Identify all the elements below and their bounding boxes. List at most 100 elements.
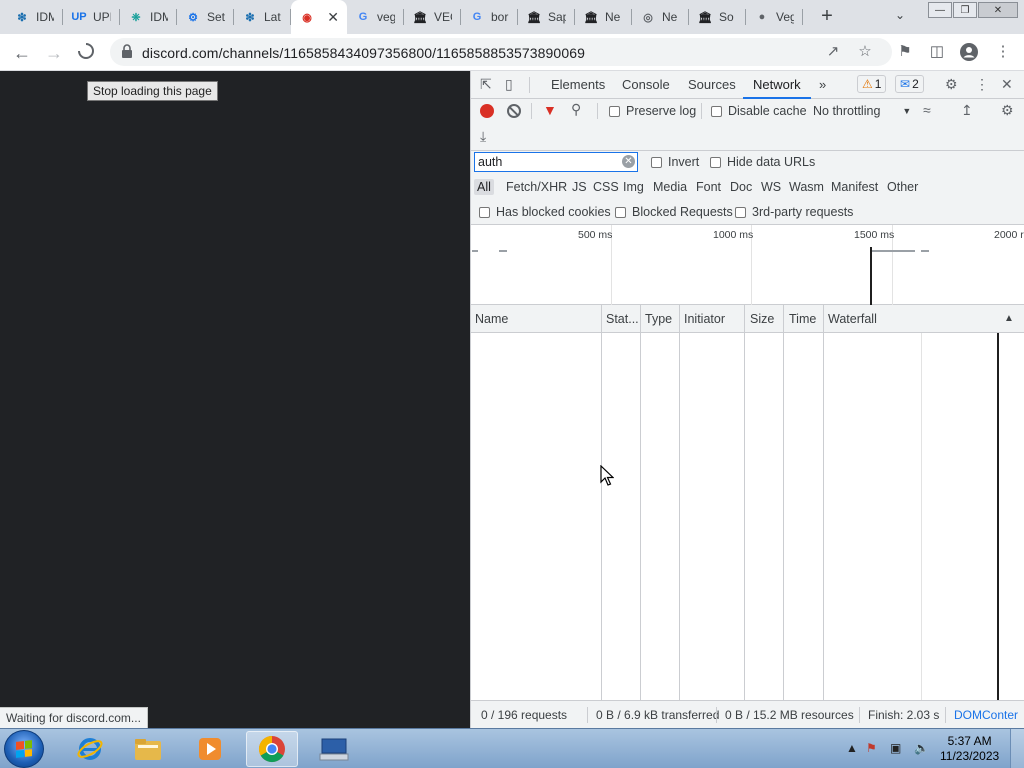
show-desktop-button[interactable]	[1010, 729, 1024, 768]
column-type[interactable]: Type	[645, 312, 672, 326]
column-status[interactable]: Stat...	[606, 312, 639, 326]
devtools-menu-icon[interactable]: ⋮	[975, 76, 989, 93]
disable-cache-checkbox[interactable]: Disable cache	[711, 104, 807, 118]
new-tab-button[interactable]: +	[816, 5, 838, 27]
throttling-select[interactable]: No throttling ▼	[813, 104, 911, 118]
stop-loading-icon[interactable]	[74, 41, 98, 65]
browser-tab[interactable]: 🏛 VEG	[404, 0, 461, 34]
browser-tab[interactable]: 🏛 So	[689, 0, 746, 34]
column-initiator[interactable]: Initiator	[684, 312, 725, 326]
back-arrow-icon[interactable]: ←	[10, 41, 34, 65]
lock-icon	[122, 44, 132, 58]
windows-logo-icon	[16, 740, 32, 758]
tab-console[interactable]: Console	[622, 77, 670, 92]
third-party-requests-checkbox[interactable]: 3rd-party requests	[735, 205, 853, 219]
filter-input[interactable]: auth ✕	[474, 152, 638, 172]
browser-tab[interactable]: Gbor	[461, 0, 518, 34]
type-filter-doc[interactable]: Doc	[727, 179, 755, 195]
web-page-viewport: Stop loading this page Waiting for disco…	[0, 71, 470, 728]
type-filter-css[interactable]: CSS	[590, 179, 622, 195]
browser-menu-icon[interactable]: ⋮	[994, 43, 1012, 61]
forward-arrow-icon[interactable]: →	[42, 41, 66, 65]
clear-filter-icon[interactable]: ✕	[622, 155, 635, 168]
settings-gear-icon[interactable]: ⚙	[945, 76, 958, 93]
column-name[interactable]: Name	[475, 312, 508, 326]
type-filter-manifest[interactable]: Manifest	[828, 179, 881, 195]
blocked-requests-checkbox[interactable]: Blocked Requests	[615, 205, 733, 219]
start-button[interactable]	[4, 730, 44, 768]
action-center-flag-icon[interactable]: ⚑	[866, 741, 877, 755]
column-waterfall[interactable]: Waterfall	[828, 312, 877, 326]
type-filter-fetch-xhr[interactable]: Fetch/XHR	[503, 179, 570, 195]
network-settings-gear-icon[interactable]: ⚙	[1001, 102, 1014, 119]
browser-tab[interactable]: UP UPI	[63, 0, 120, 34]
profile-avatar-icon[interactable]	[960, 43, 978, 61]
browser-tab[interactable]: Gveg	[347, 0, 404, 34]
browser-tab-title: veg	[377, 10, 395, 24]
chrome-taskbar-icon[interactable]	[246, 731, 298, 767]
messages-badge[interactable]: ✉ 2	[895, 75, 924, 93]
file-explorer-icon[interactable]	[122, 731, 174, 767]
close-devtools-icon[interactable]: ✕	[1001, 76, 1013, 93]
import-har-icon[interactable]: ↥	[961, 102, 973, 119]
timeline-label-2000: 2000 r	[994, 229, 1024, 241]
has-blocked-cookies-checkbox[interactable]: Has blocked cookies	[479, 205, 611, 219]
browser-tab[interactable]: ❇ IDM	[6, 0, 63, 34]
share-icon[interactable]: ↗	[824, 43, 842, 61]
volume-muted-icon[interactable]: 🔈	[914, 741, 929, 755]
browser-tab[interactable]: 🏛 Ne	[575, 0, 632, 34]
system-clock[interactable]: 5:37 AM 11/23/2023	[940, 734, 999, 764]
extensions-puzzle-icon[interactable]: ⚑	[896, 43, 914, 61]
browser-tab[interactable]: ❈ IDM	[120, 0, 177, 34]
invert-checkbox[interactable]: Invert	[651, 155, 699, 169]
hide-data-urls-checkbox[interactable]: Hide data URLs	[710, 155, 815, 169]
tab-search-chevron-icon[interactable]: ⌄	[895, 8, 905, 22]
type-filter-other[interactable]: Other	[884, 179, 921, 195]
restore-button[interactable]: ❐	[953, 2, 977, 18]
browser-tab[interactable]: ⚙ Set	[177, 0, 234, 34]
browser-tab[interactable]: ◎ Ne	[632, 0, 689, 34]
clear-icon[interactable]	[507, 104, 521, 118]
close-window-button[interactable]: ✕	[978, 2, 1018, 18]
tab-elements[interactable]: Elements	[551, 77, 605, 92]
more-tabs-icon[interactable]: »	[819, 77, 826, 92]
close-tab-icon[interactable]: ✕	[327, 9, 339, 26]
preserve-log-checkbox[interactable]: Preserve log	[609, 104, 696, 118]
keyboard-app-icon[interactable]	[308, 731, 360, 767]
type-filter-font[interactable]: Font	[693, 179, 724, 195]
device-toolbar-icon[interactable]: ▯	[505, 76, 513, 93]
network-overview-timeline[interactable]: 500 ms 1000 ms 1500 ms 2000 r	[471, 224, 1024, 306]
filter-funnel-icon[interactable]: ▼	[543, 102, 557, 118]
warnings-badge[interactable]: ⚠ 1	[857, 75, 887, 93]
network-conditions-icon[interactable]: ≈	[923, 102, 931, 118]
type-filter-all[interactable]: All	[474, 179, 494, 195]
tab-sources[interactable]: Sources	[688, 77, 736, 92]
show-hidden-icons-icon[interactable]: ▲	[846, 741, 858, 755]
tab-network[interactable]: Network	[743, 77, 811, 99]
requests-table-body[interactable]	[471, 333, 1024, 700]
side-panel-icon[interactable]: ◫	[928, 43, 946, 61]
type-filter-js[interactable]: JS	[569, 179, 590, 195]
search-icon[interactable]: ⚲	[571, 101, 581, 118]
type-filter-media[interactable]: Media	[650, 179, 690, 195]
column-size[interactable]: Size	[750, 312, 774, 326]
column-time[interactable]: Time	[789, 312, 816, 326]
record-button[interactable]	[480, 104, 494, 118]
browser-tab[interactable]: 🏛 Sap	[518, 0, 575, 34]
export-har-icon[interactable]: ⤓	[480, 128, 486, 145]
internet-explorer-icon[interactable]	[64, 731, 116, 767]
media-player-icon[interactable]	[184, 731, 236, 767]
inspect-element-icon[interactable]: ⇱	[480, 76, 492, 93]
minimize-button[interactable]: —	[928, 2, 952, 18]
type-filter-img[interactable]: Img	[620, 179, 647, 195]
address-bar[interactable]: discord.com/channels/1165858434097356800…	[110, 38, 892, 66]
type-filter-wasm[interactable]: Wasm	[786, 179, 827, 195]
browser-tab[interactable]: ◉ ✕	[291, 0, 347, 34]
browser-tab[interactable]: ● Veg	[746, 0, 803, 34]
browser-tab[interactable]: ❇ Lat	[234, 0, 291, 34]
bookmark-star-icon[interactable]: ☆	[856, 43, 874, 61]
type-filter-ws[interactable]: WS	[758, 179, 784, 195]
network-icon[interactable]: ▣	[890, 741, 901, 755]
sort-ascending-icon[interactable]: ▲	[1004, 313, 1014, 324]
browser-tab-strip: ❇IDMUPUPI❈IDM⚙Set❇Lat◉✕Gveg🏛VEGGbor🏛Sap🏛…	[0, 0, 1024, 34]
